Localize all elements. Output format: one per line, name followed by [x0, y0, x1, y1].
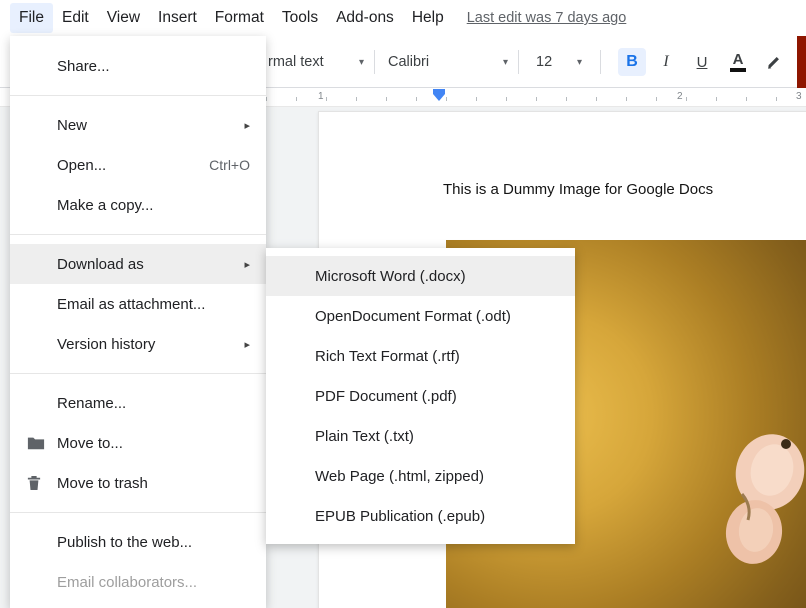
chevron-down-icon: ▾ [503, 57, 508, 68]
document-paragraph[interactable]: This is a Dummy Image for Google Docs [443, 181, 713, 198]
download-as-submenu: Microsoft Word (.docx) OpenDocument Form… [266, 248, 575, 544]
submenu-item-rtf[interactable]: Rich Text Format (.rtf) [266, 336, 575, 376]
menu-item-label: Move to... [57, 435, 123, 452]
submenu-item-odt[interactable]: OpenDocument Format (.odt) [266, 296, 575, 336]
ruler-mark: 2 [677, 91, 683, 102]
menu-item-label: Version history [57, 336, 155, 353]
file-menu: Share... New ▸ Open... Ctrl+O Make a cop… [10, 36, 266, 608]
submenu-item-txt[interactable]: Plain Text (.txt) [266, 416, 575, 456]
menu-edit[interactable]: Edit [53, 3, 98, 33]
clipped-red-element [797, 31, 806, 88]
menu-item-rename[interactable]: Rename... [10, 383, 266, 423]
trash-icon [27, 475, 41, 492]
menu-divider [10, 95, 266, 96]
folder-icon [27, 436, 45, 451]
ruler-mark: 3 [796, 91, 802, 102]
style-selector-value: rmal text [268, 54, 324, 70]
menu-bar: File Edit View Insert Format Tools Add-o… [0, 0, 806, 36]
font-size-selector[interactable]: 12 ▾ [536, 36, 582, 88]
menu-item-label: Open... [57, 157, 106, 174]
menu-item-open[interactable]: Open... Ctrl+O [10, 145, 266, 185]
submenu-arrow-icon: ▸ [244, 258, 250, 271]
menu-item-label: Email collaborators... [57, 574, 197, 591]
submenu-item-pdf[interactable]: PDF Document (.pdf) [266, 376, 575, 416]
submenu-item-label: OpenDocument Format (.odt) [315, 308, 511, 325]
menu-help[interactable]: Help [403, 3, 453, 33]
ruler-ticks [266, 97, 806, 101]
toolbar-divider [600, 50, 601, 74]
submenu-item-docx[interactable]: Microsoft Word (.docx) [266, 256, 575, 296]
menu-divider [10, 373, 266, 374]
text-color-bar [730, 68, 746, 72]
menu-add-ons[interactable]: Add-ons [327, 3, 403, 33]
menu-item-label: Email as attachment... [57, 296, 205, 313]
submenu-item-label: Web Page (.html, zipped) [315, 468, 484, 485]
chevron-down-icon: ▾ [359, 57, 364, 68]
underline-button[interactable]: U [688, 48, 716, 76]
menu-item-label: Share... [57, 58, 110, 75]
menu-view[interactable]: View [98, 3, 149, 33]
menu-item-move-to[interactable]: Move to... [10, 423, 266, 463]
butterfly-image [712, 424, 806, 576]
menu-file[interactable]: File [10, 3, 53, 33]
left-indent-marker[interactable] [433, 94, 445, 101]
pen-icon [765, 53, 783, 71]
menu-item-label: New [57, 117, 87, 134]
menu-item-label: Rename... [57, 395, 126, 412]
menu-item-publish-to-web[interactable]: Publish to the web... [10, 522, 266, 562]
submenu-item-label: Plain Text (.txt) [315, 428, 414, 445]
menu-item-share[interactable]: Share... [10, 46, 266, 86]
submenu-item-label: PDF Document (.pdf) [315, 388, 457, 405]
text-color-button[interactable]: A [724, 48, 752, 76]
submenu-item-label: EPUB Publication (.epub) [315, 508, 485, 525]
bold-button[interactable]: B [618, 48, 646, 76]
last-edit-link[interactable]: Last edit was 7 days ago [467, 10, 627, 26]
submenu-arrow-icon: ▸ [244, 338, 250, 351]
shortcut-label: Ctrl+O [209, 157, 250, 173]
menu-item-label: Publish to the web... [57, 534, 192, 551]
menu-format[interactable]: Format [206, 3, 273, 33]
menu-item-label: Make a copy... [57, 197, 153, 214]
italic-button[interactable]: I [652, 48, 680, 76]
submenu-item-html-zipped[interactable]: Web Page (.html, zipped) [266, 456, 575, 496]
font-selector-value: Calibri [388, 54, 429, 70]
indent-marker[interactable] [433, 89, 445, 101]
paint-format-icon[interactable] [760, 48, 788, 76]
menu-divider [10, 234, 266, 235]
paragraph-style-selector[interactable]: rmal text ▾ [268, 36, 364, 88]
toolbar-divider [374, 50, 375, 74]
submenu-item-label: Microsoft Word (.docx) [315, 268, 466, 285]
menu-insert[interactable]: Insert [149, 3, 206, 33]
menu-item-move-to-trash[interactable]: Move to trash [10, 463, 266, 503]
underline-glyph: U [697, 54, 708, 71]
submenu-item-epub[interactable]: EPUB Publication (.epub) [266, 496, 575, 536]
menu-item-version-history[interactable]: Version history ▸ [10, 324, 266, 364]
ruler-mark: 1 [318, 91, 324, 102]
menu-tools[interactable]: Tools [273, 3, 327, 33]
menu-item-label: Move to trash [57, 475, 148, 492]
menu-item-new[interactable]: New ▸ [10, 105, 266, 145]
menu-item-email-as-attachment[interactable]: Email as attachment... [10, 284, 266, 324]
font-size-value: 12 [536, 54, 552, 70]
font-selector[interactable]: Calibri ▾ [388, 36, 508, 88]
menu-item-email-collaborators: Email collaborators... [10, 562, 266, 602]
menu-item-download-as[interactable]: Download as ▸ [10, 244, 266, 284]
submenu-item-label: Rich Text Format (.rtf) [315, 348, 460, 365]
google-docs-window: This is a Dummy Image for Google Docs rm… [0, 0, 806, 608]
menu-divider [10, 512, 266, 513]
menu-item-make-a-copy[interactable]: Make a copy... [10, 185, 266, 225]
text-color-glyph: A [733, 52, 744, 67]
menu-item-label: Download as [57, 256, 144, 273]
chevron-down-icon: ▾ [577, 57, 582, 68]
submenu-arrow-icon: ▸ [244, 119, 250, 132]
toolbar-divider [518, 50, 519, 74]
